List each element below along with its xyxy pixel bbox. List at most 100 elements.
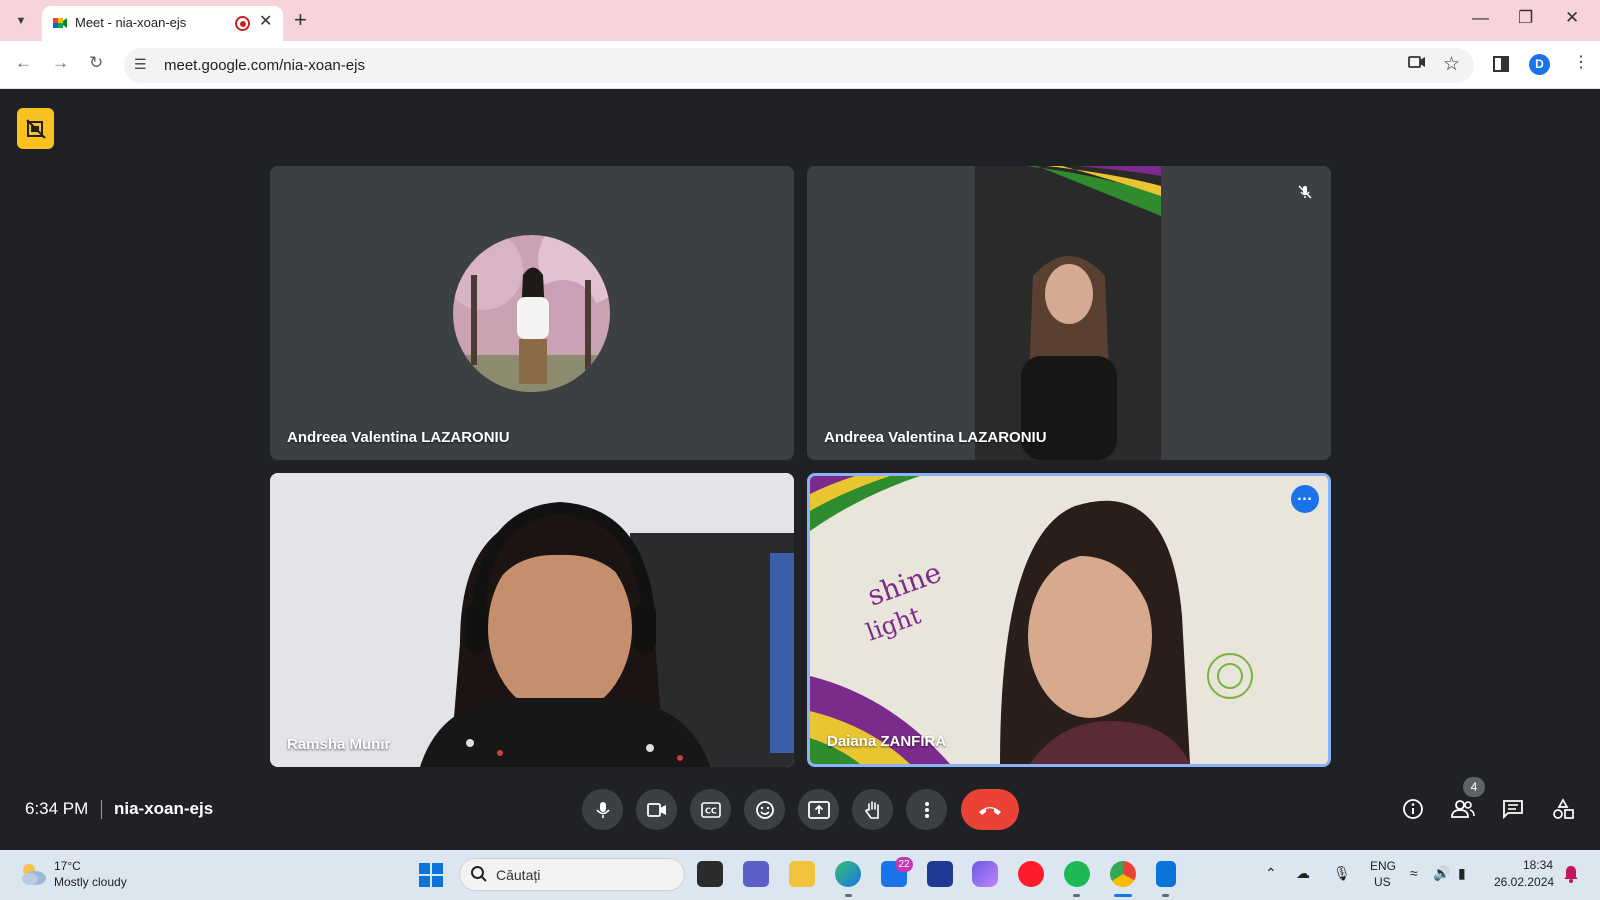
input-language[interactable]: ENG xyxy=(1370,859,1396,873)
meeting-info-button[interactable] xyxy=(1398,794,1428,824)
site-info-icon[interactable]: ☰ xyxy=(134,56,147,73)
muted-mic-icon xyxy=(1293,180,1317,204)
tab-title: Meet - nia-xoan-ejs xyxy=(75,15,187,30)
chrome-menu-icon[interactable]: ⋮ xyxy=(1573,52,1589,72)
participant-tile-active-speaker[interactable]: shine light … Daiana ZANFIRA xyxy=(807,473,1331,767)
back-icon[interactable]: ← xyxy=(15,53,32,73)
more-options-icon[interactable]: … xyxy=(1291,485,1319,513)
browser-tab-bar: ▼ Meet - nia-xoan-ejs ✕ + — ❐ ✕ xyxy=(0,0,1600,41)
participant-tile[interactable]: Ramsha Munir xyxy=(270,473,794,767)
video-off-icon xyxy=(25,118,46,139)
side-panel-icon[interactable] xyxy=(1493,56,1509,72)
onedrive-icon[interactable]: ☁ xyxy=(1296,865,1310,882)
meeting-code: nia-xoan-ejs xyxy=(114,799,214,818)
present-screen-icon xyxy=(807,800,830,819)
emoji-icon xyxy=(755,800,774,819)
participant-video xyxy=(270,473,794,767)
url-text: meet.google.com/nia-xoan-ejs xyxy=(164,57,365,74)
app-icon[interactable] xyxy=(927,861,953,887)
microphone-tray-icon[interactable]: 🎙 xyxy=(1333,865,1351,882)
participant-name: Daiana ZANFIRA xyxy=(827,733,947,750)
google-meet-icon xyxy=(53,18,67,28)
meeting-control-bar: 6:34 PM nia-xoan-ejs CC 4 xyxy=(0,777,1600,850)
weather-cloudy-icon[interactable] xyxy=(18,860,48,893)
microphone-icon xyxy=(595,801,610,818)
restore-window-icon[interactable]: ❐ xyxy=(1518,8,1533,28)
camera-in-use-icon[interactable] xyxy=(1408,55,1426,74)
mail-unread-badge: 22 xyxy=(895,857,913,872)
participant-name: Ramsha Munir xyxy=(287,736,391,753)
show-hidden-icons-icon[interactable]: ⌃ xyxy=(1265,865,1277,882)
browser-toolbar: ← → ↻ ☰ meet.google.com/nia-xoan-ejs ☆ D… xyxy=(0,41,1600,89)
recording-indicator-icon xyxy=(235,16,250,31)
browser-tab-meet[interactable]: Meet - nia-xoan-ejs ✕ xyxy=(42,6,283,41)
new-tab-icon[interactable]: + xyxy=(294,7,307,33)
participant-tile[interactable]: Andreea Valentina LAZARONIU xyxy=(270,166,794,460)
windows-taskbar: 17°C Mostly cloudy Căutați 22 ⌃ ☁ 🎙 ENG … xyxy=(0,850,1600,900)
chat-icon xyxy=(1503,800,1523,819)
reload-icon[interactable]: ↻ xyxy=(89,53,103,73)
edge-icon[interactable] xyxy=(835,861,861,887)
info-icon xyxy=(1403,799,1423,819)
reactions-button[interactable] xyxy=(744,789,785,830)
hand-icon xyxy=(864,800,879,819)
raise-hand-button[interactable] xyxy=(852,789,893,830)
participant-avatar xyxy=(453,235,610,392)
hide-self-view-button[interactable] xyxy=(17,108,54,149)
volume-icon[interactable]: 🔊 xyxy=(1433,865,1450,882)
svg-text:CC: CC xyxy=(705,806,717,815)
people-button[interactable] xyxy=(1448,794,1478,824)
microphone-button[interactable] xyxy=(582,789,623,830)
hang-up-icon xyxy=(979,806,1001,815)
camera-button[interactable] xyxy=(636,789,677,830)
weather-temperature: 17°C xyxy=(54,859,81,873)
notepad-icon[interactable] xyxy=(1156,861,1176,887)
input-region[interactable]: US xyxy=(1374,875,1391,889)
running-indicator xyxy=(1162,894,1169,897)
participant-tile[interactable]: Andreea Valentina LAZARONIU xyxy=(807,166,1331,460)
participant-name: Andreea Valentina LAZARONIU xyxy=(824,429,1047,446)
running-indicator xyxy=(1073,894,1080,897)
running-indicator xyxy=(845,894,852,897)
copilot-icon[interactable] xyxy=(972,861,998,887)
meeting-time: 6:34 PM xyxy=(25,799,89,818)
participant-video: shine light xyxy=(810,476,1328,764)
activities-button[interactable] xyxy=(1548,794,1578,824)
tab-search-dropdown-icon[interactable]: ▼ xyxy=(8,8,34,34)
participant-name: Andreea Valentina LAZARONIU xyxy=(287,429,510,446)
notification-bell-icon[interactable] xyxy=(1563,865,1579,888)
camera-icon xyxy=(646,802,666,817)
taskbar-time[interactable]: 18:34 xyxy=(1523,858,1553,872)
active-app-indicator xyxy=(1114,894,1132,897)
chat-button[interactable] xyxy=(1498,794,1528,824)
activities-icon xyxy=(1553,798,1574,819)
wifi-icon[interactable]: ≈ xyxy=(1410,865,1418,881)
search-placeholder: Căutați xyxy=(496,867,541,883)
more-options-button[interactable] xyxy=(906,789,947,830)
close-window-icon[interactable]: ✕ xyxy=(1565,8,1579,28)
teams-icon[interactable] xyxy=(743,861,769,887)
participant-video xyxy=(807,166,1331,460)
file-explorer-icon[interactable] xyxy=(789,861,815,887)
present-screen-button[interactable] xyxy=(798,789,839,830)
address-bar[interactable]: ☰ meet.google.com/nia-xoan-ejs ☆ xyxy=(124,48,1474,83)
battery-icon[interactable]: ▮ xyxy=(1458,865,1466,882)
profile-avatar[interactable]: D xyxy=(1529,54,1550,75)
taskbar-date[interactable]: 26.02.2024 xyxy=(1494,875,1554,889)
spotify-icon[interactable] xyxy=(1064,861,1090,887)
opera-icon[interactable] xyxy=(1018,861,1044,887)
captions-icon: CC xyxy=(700,801,721,818)
forward-icon[interactable]: → xyxy=(52,53,69,73)
taskbar-search[interactable]: Căutați xyxy=(459,858,685,891)
close-tab-icon[interactable]: ✕ xyxy=(259,11,272,31)
divider xyxy=(101,800,102,819)
bookmark-star-icon[interactable]: ☆ xyxy=(1443,53,1460,76)
leave-call-button[interactable] xyxy=(961,789,1019,830)
task-view-icon[interactable] xyxy=(697,861,723,887)
search-icon xyxy=(471,866,487,882)
captions-button[interactable]: CC xyxy=(690,789,731,830)
chrome-icon[interactable] xyxy=(1110,861,1136,887)
windows-start-icon[interactable] xyxy=(419,863,443,887)
minimize-window-icon[interactable]: — xyxy=(1472,8,1489,28)
meet-stage: Andreea Valentina LAZARONIU Andreea Vale… xyxy=(0,90,1600,850)
